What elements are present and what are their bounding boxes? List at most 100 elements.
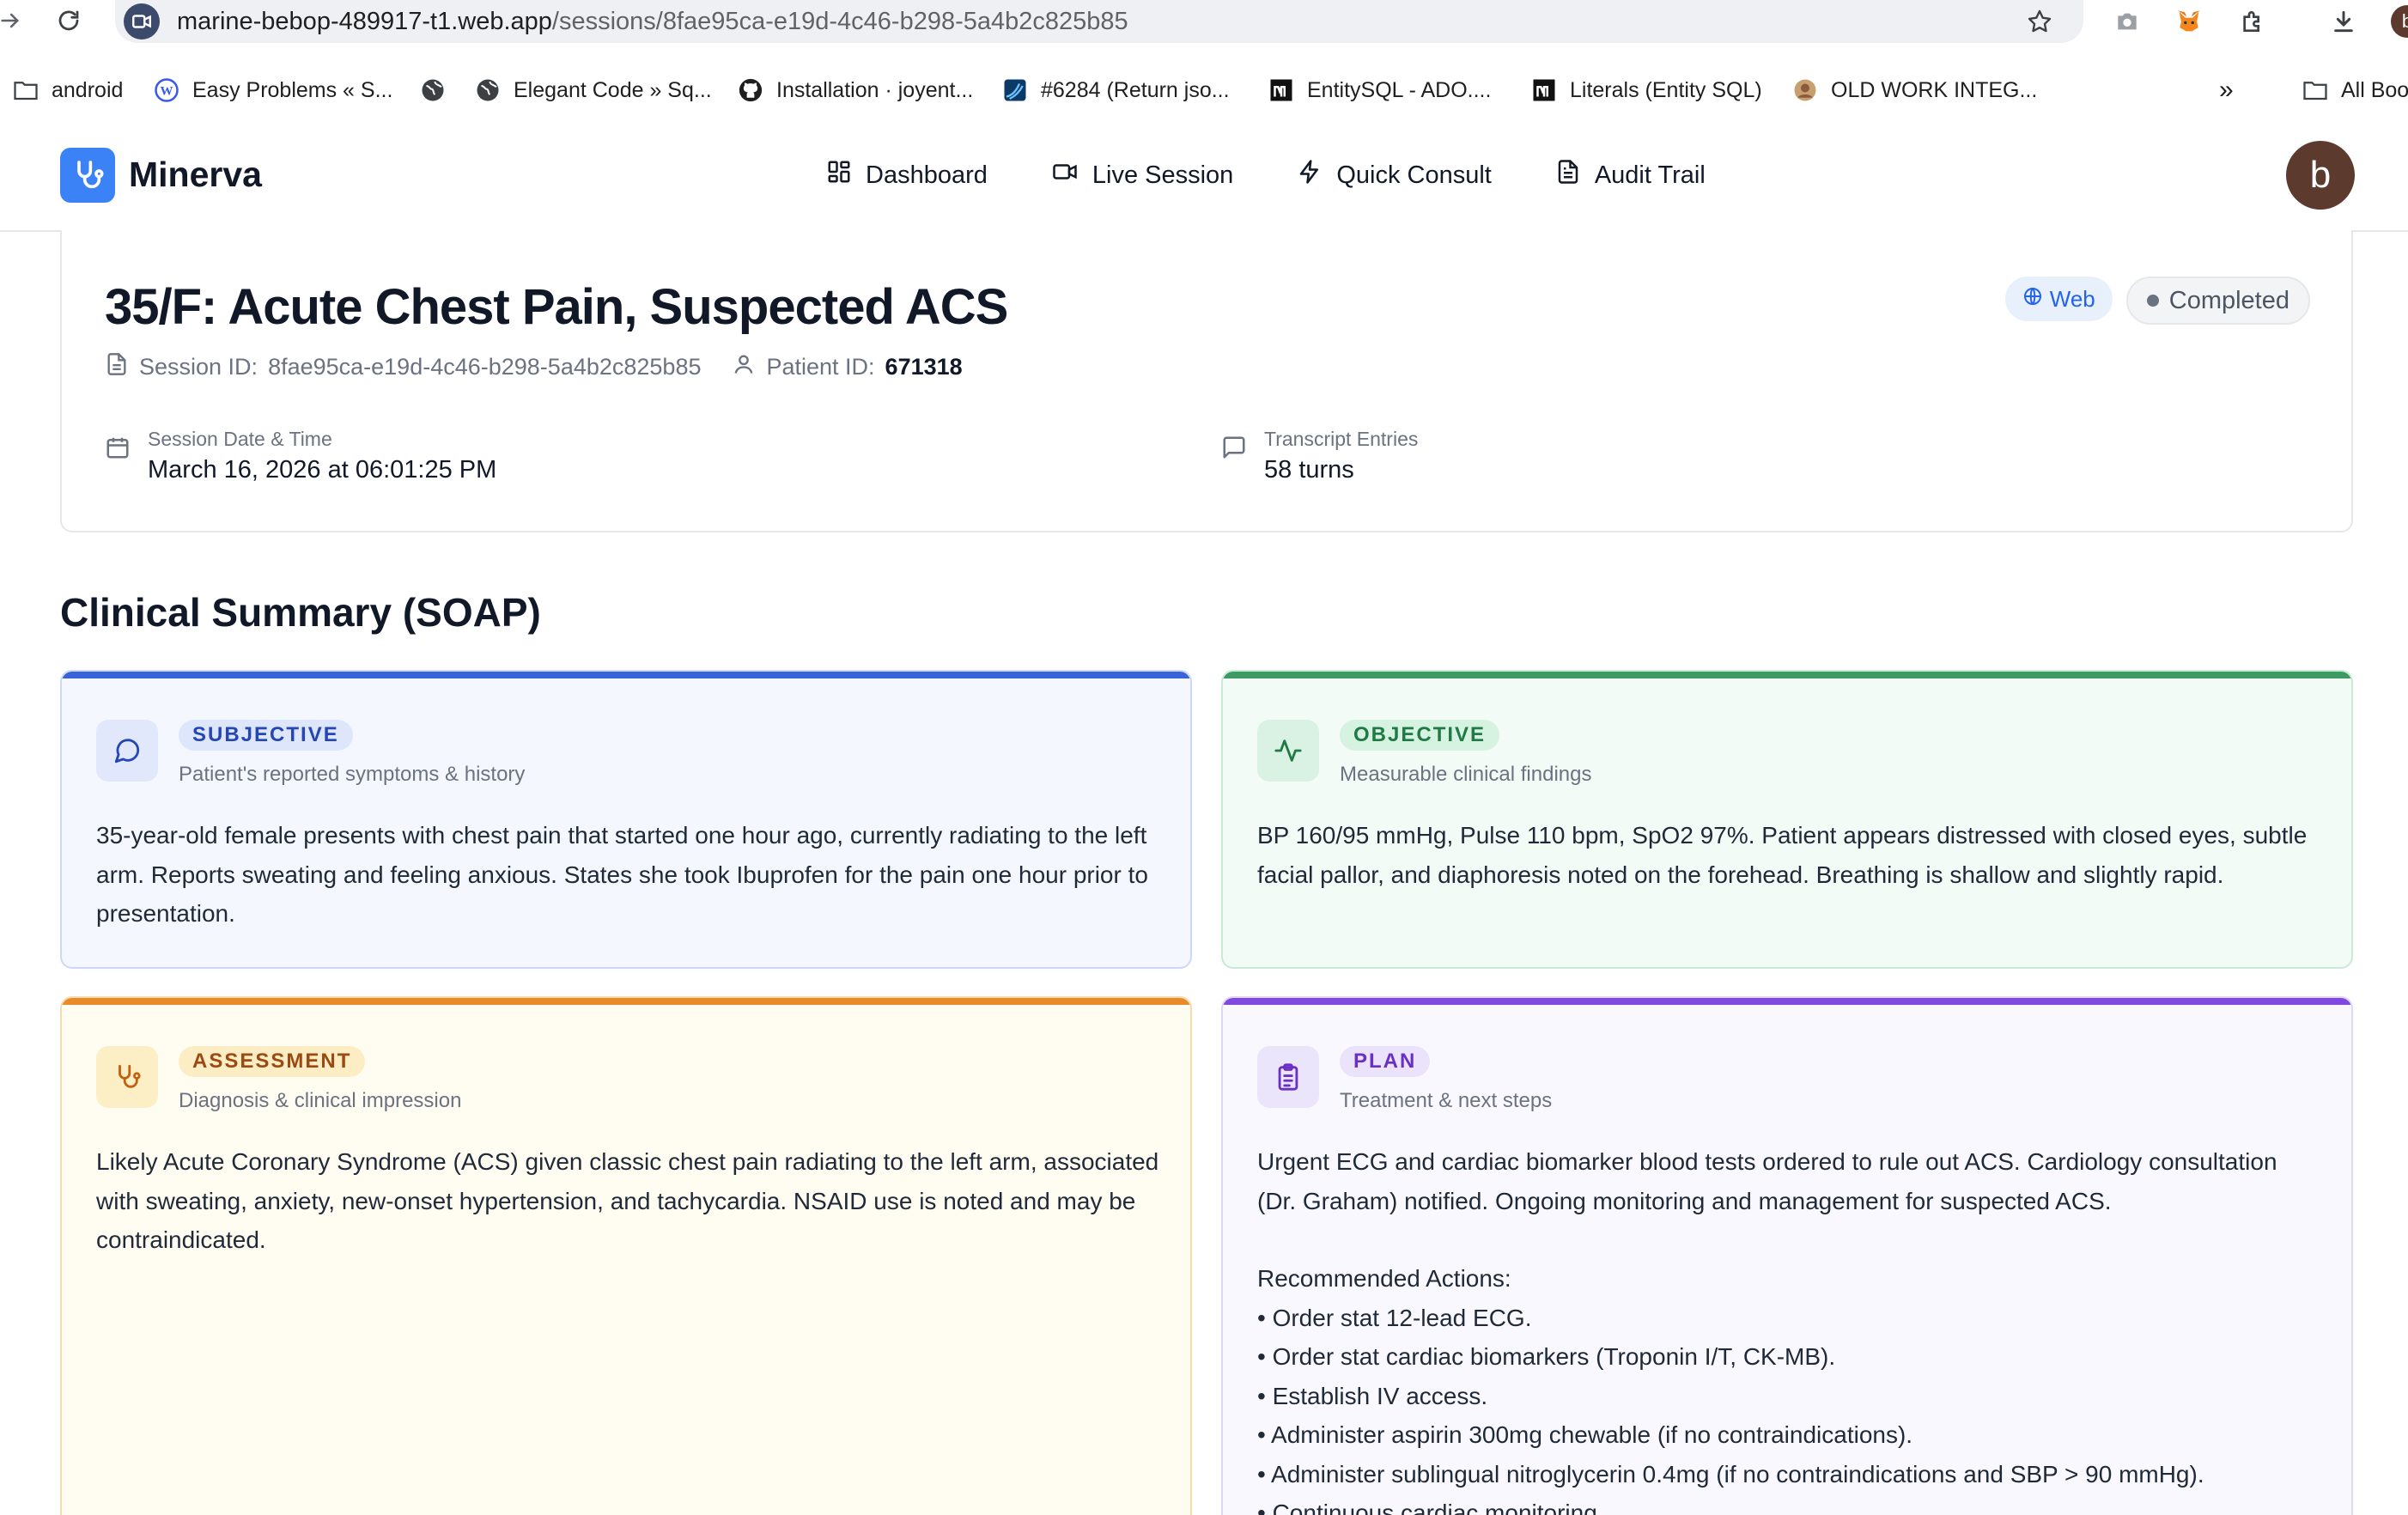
bookmarks-bar: android W Easy Problems « S... Elegant C… [0, 69, 2408, 112]
card-accent-bar [62, 672, 1190, 678]
url-text[interactable]: marine-bebop-489917-t1.web.app/sessions/… [177, 8, 1128, 36]
message-circle-icon [96, 720, 158, 782]
github-icon [737, 76, 764, 104]
bookmark-easy-problems[interactable]: W Easy Problems « S... [153, 69, 392, 112]
bookmark-star-icon[interactable] [2023, 5, 2056, 38]
soap-body: Likely Acute Coronary Syndrome (ACS) giv… [96, 1148, 1159, 1253]
browser-profile-avatar[interactable]: b [2391, 5, 2408, 38]
folder-icon [12, 76, 40, 104]
bookmarks-overflow-button[interactable]: » [2219, 69, 2234, 112]
card-accent-bar [1223, 672, 2351, 678]
status-badge: Completed [2125, 277, 2310, 325]
bookmark-elegant-code[interactable]: Elegant Code » Sq... [474, 69, 712, 112]
soap-subtitle: Treatment & next steps [1340, 1089, 1553, 1112]
patient-id-value: 671318 [885, 354, 963, 380]
soap-tag: SUBJECTIVE [179, 720, 353, 751]
brand-name[interactable]: Minerva [129, 155, 262, 195]
bookmark-6284[interactable]: #6284 (Return jso... [1001, 69, 1230, 112]
extensions-puzzle-icon[interactable] [2236, 5, 2269, 38]
download-icon[interactable] [2327, 5, 2360, 38]
forward-arrow-icon[interactable] [0, 3, 27, 38]
plan-action-item: • Order stat cardiac biomarkers (Troponi… [1257, 1343, 1836, 1370]
bookmark-entitysql[interactable]: EntitySQL - ADO.... [1268, 69, 1491, 112]
plan-action-item: • Order stat 12-lead ECG. [1257, 1304, 1532, 1331]
session-badges: Web Completed [2004, 277, 2310, 325]
soap-subjective-card: SUBJECTIVE Patient's reported symptoms &… [60, 670, 1192, 969]
site-camera-icon[interactable] [124, 3, 160, 40]
soap-tag: ASSESSMENT [179, 1046, 366, 1077]
nav-dashboard[interactable]: Dashboard [826, 153, 988, 198]
clipboard-list-icon [1257, 1046, 1319, 1108]
bookmark-installation-joyent[interactable]: Installation · joyent... [737, 69, 973, 112]
session-date-value: March 16, 2026 at 06:01:25 PM [148, 456, 497, 484]
soap-body: Urgent ECG and cardiac biomarker blood t… [1257, 1142, 2322, 1515]
browser-chrome: marine-bebop-489917-t1.web.app/sessions/… [0, 0, 2408, 122]
session-id-group: Session ID: 8fae95ca-e19d-4c46-b298-5a4b… [105, 352, 701, 382]
session-id-value: 8fae95ca-e19d-4c46-b298-5a4b2c825b85 [268, 354, 702, 380]
stethoscope-icon [96, 1046, 158, 1108]
soap-subtitle: Measurable clinical findings [1340, 763, 1592, 786]
stethoscope-logo-icon[interactable] [60, 148, 115, 203]
svg-text:W: W [161, 85, 173, 99]
status-dot [2146, 295, 2159, 307]
video-icon [1051, 159, 1079, 192]
plan-summary: Urgent ECG and cardiac biomarker blood t… [1257, 1148, 2277, 1214]
plan-action-item: • Administer aspirin 300mg chewable (if … [1257, 1421, 1913, 1448]
bookmark-android[interactable]: android [12, 69, 123, 112]
m-icon [1530, 76, 1558, 104]
transcript-entries-block: Transcript Entries 58 turns [1221, 428, 1418, 484]
bookmark-globe[interactable] [419, 69, 447, 112]
bookmark-old-work[interactable]: OLD WORK INTEG... [1791, 69, 2037, 112]
soap-plan-card: PLAN Treatment & next steps Urgent ECG a… [1221, 996, 2353, 1515]
app-header: Minerva Dashboard Live Session Quick Con… [0, 122, 2408, 232]
trac-icon [1001, 76, 1029, 104]
session-card: 35/F: Acute Chest Pain, Suspected ACS Se… [60, 230, 2353, 532]
soap-body: BP 160/95 mmHg, Pulse 110 bpm, SpO2 97%.… [1257, 822, 2308, 888]
m-icon [1268, 76, 1295, 104]
session-meta: Session ID: 8fae95ca-e19d-4c46-b298-5a4b… [105, 352, 963, 382]
soap-subtitle: Patient's reported symptoms & history [179, 763, 526, 786]
wordpress-icon: W [153, 76, 180, 104]
activity-icon [1257, 720, 1319, 782]
soap-assessment-card: ASSESSMENT Diagnosis & clinical impressi… [60, 996, 1192, 1515]
file-text-icon [1555, 159, 1581, 192]
main-nav: Dashboard Live Session Quick Consult Aud… [826, 153, 1706, 198]
session-date-block: Session Date & Time March 16, 2026 at 06… [105, 428, 496, 484]
nav-audit-trail[interactable]: Audit Trail [1555, 153, 1706, 198]
plan-action-item: • Continuous cardiac monitoring. [1257, 1500, 1604, 1515]
metamask-fox-icon[interactable] [2173, 5, 2205, 38]
section-title: Clinical Summary (SOAP) [60, 590, 541, 635]
nav-live-session[interactable]: Live Session [1051, 153, 1233, 198]
calendar-icon [105, 435, 131, 465]
soap-objective-card: OBJECTIVE Measurable clinical findings B… [1221, 670, 2353, 969]
plan-action-item: • Administer sublingual nitroglycerin 0.… [1257, 1460, 2204, 1488]
globe-icon [419, 76, 447, 104]
address-bar[interactable]: marine-bebop-489917-t1.web.app/sessions/… [115, 0, 2083, 43]
grid-icon [826, 159, 852, 192]
file-icon [105, 352, 129, 382]
patient-id-group: Patient ID: 671318 [732, 352, 963, 382]
all-bookmarks-button[interactable]: All Boo [2302, 69, 2408, 112]
card-accent-bar [62, 998, 1190, 1005]
folder-icon [2302, 76, 2329, 104]
nav-quick-consult[interactable]: Quick Consult [1297, 153, 1492, 198]
bookmark-literals-entity-sql[interactable]: Literals (Entity SQL) [1530, 69, 1762, 112]
soap-body: 35-year-old female presents with chest p… [96, 822, 1148, 927]
transcript-count: 58 turns [1264, 456, 1354, 484]
soap-subtitle: Diagnosis & clinical impression [179, 1089, 462, 1112]
plan-action-item: • Establish IV access. [1257, 1382, 1488, 1409]
camera-extension-icon[interactable] [2111, 5, 2143, 38]
avatar-icon [1791, 76, 1819, 104]
user-icon [732, 352, 756, 382]
user-avatar[interactable]: b [2286, 141, 2355, 210]
card-accent-bar [1223, 998, 2351, 1005]
plan-actions-heading: Recommended Actions: [1257, 1265, 1511, 1292]
soap-tag: OBJECTIVE [1340, 720, 1500, 751]
channel-badge: Web [2004, 277, 2113, 321]
globe-icon [474, 76, 502, 104]
session-title: 35/F: Acute Chest Pain, Suspected ACS [105, 279, 1008, 335]
message-square-icon [1221, 435, 1247, 465]
globe-icon [2022, 286, 2043, 313]
soap-tag: PLAN [1340, 1046, 1431, 1077]
reload-icon[interactable] [52, 3, 86, 38]
